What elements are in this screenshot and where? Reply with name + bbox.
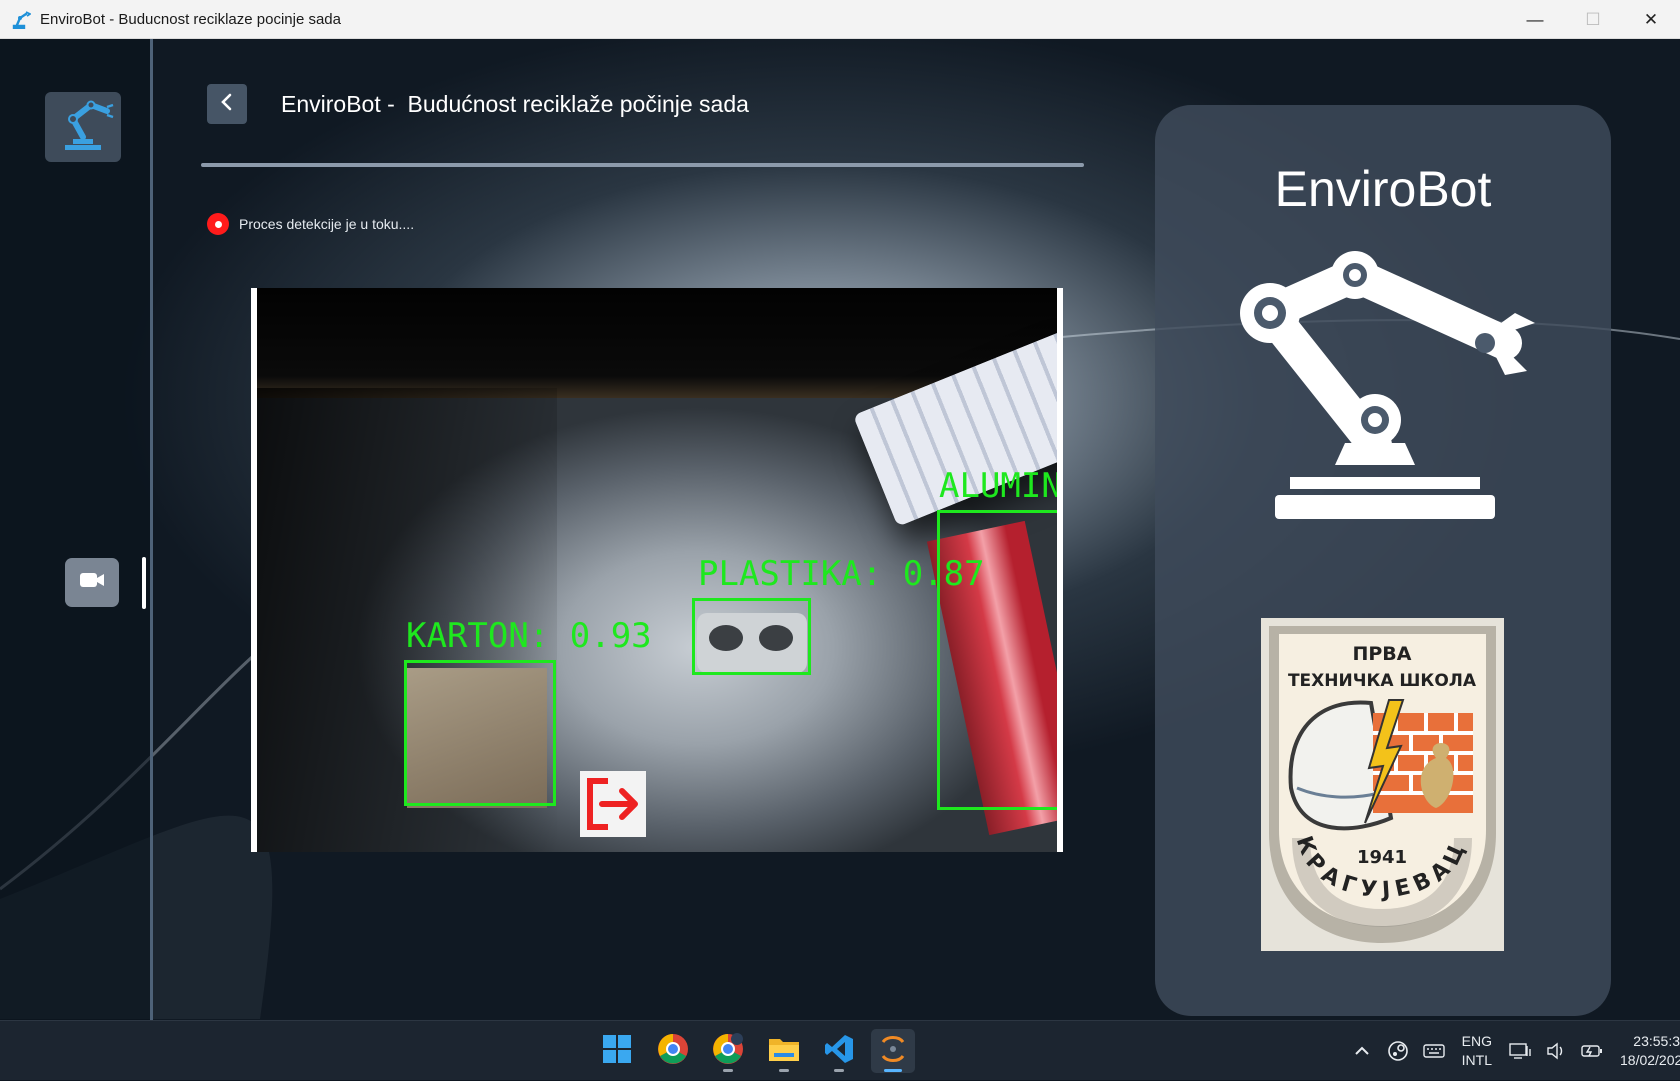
detection-label-aluminium: ALUMIN (939, 466, 1062, 506)
school-emblem: ПРВА ТЕХНИЧКА ШКОЛА 1941 КРАГУЈЕВАЦ (1261, 618, 1504, 951)
chrome-profile-icon (712, 1032, 744, 1070)
clock[interactable]: 23:55:3 18/02/202 (1620, 1032, 1680, 1070)
detection-box-karton (404, 660, 556, 806)
camera-feed: KARTON: 0.93 PLASTIKA: 0.87 ALUMIN (251, 288, 1063, 852)
detection-box-aluminium (937, 510, 1057, 810)
start-button[interactable] (595, 1029, 639, 1073)
recording-indicator-icon (207, 213, 229, 235)
close-button[interactable]: ✕ (1622, 0, 1680, 39)
camera-nav-button[interactable] (65, 558, 119, 607)
left-sidebar (0, 39, 153, 1020)
taskbar-chrome[interactable] (651, 1029, 695, 1073)
home-logo-button[interactable] (45, 92, 121, 162)
robot-arm-icon (1240, 251, 1535, 519)
header-divider (201, 163, 1084, 167)
detection-status: Proces detekcije je u toku.... (207, 213, 414, 235)
taskbar-file-explorer[interactable] (762, 1029, 806, 1073)
taskbar: ENG INTL 23:55:3 18/02/202 (0, 1020, 1680, 1080)
taskbar-chrome-profile[interactable] (706, 1029, 750, 1073)
language-code: ENG (1461, 1033, 1492, 1049)
detection-box-plastika (692, 598, 811, 675)
keyboard-layout: INTL (1461, 1052, 1492, 1068)
robot-arm-icon (51, 95, 115, 160)
chrome-icon (657, 1033, 689, 1070)
panel-title: EnviroBot (1274, 161, 1492, 217)
battery-icon[interactable] (1578, 1037, 1606, 1065)
taskbar-vscode[interactable] (817, 1029, 861, 1073)
chevron-left-icon (219, 93, 235, 116)
input-language[interactable]: ENG INTL (1462, 1032, 1492, 1070)
emblem-line1: ПРВА (1352, 643, 1411, 665)
window-title: EnviroBot - Buducnost reciklaze pocinje … (40, 10, 341, 28)
file-explorer-icon (768, 1035, 800, 1068)
vscode-icon (824, 1034, 854, 1069)
status-text: Proces detekcije je u toku.... (239, 216, 415, 232)
detection-label-karton: KARTON: 0.93 (406, 616, 652, 656)
exit-arrow-icon[interactable] (580, 771, 646, 837)
emblem-line2: ТЕХНИЧКА ШКОЛА (1288, 671, 1477, 691)
emblem-year: 1941 (1357, 847, 1407, 868)
clock-date: 18/02/202 (1620, 1052, 1680, 1068)
active-nav-indicator (142, 557, 146, 609)
network-icon[interactable] (1506, 1037, 1534, 1065)
robot-arm-icon (10, 8, 32, 30)
volume-icon[interactable] (1542, 1037, 1570, 1065)
back-button[interactable] (207, 84, 247, 124)
info-panel: EnviroBot ПРВА ТЕХНИЧКА ШКОЛА 1941 КРАГУ… (1155, 105, 1611, 1016)
minimize-button[interactable]: — (1506, 0, 1564, 39)
chevron-up-icon[interactable] (1348, 1037, 1376, 1065)
java-app-icon (879, 1034, 907, 1069)
running-indicator (723, 1069, 733, 1072)
running-indicator (779, 1069, 789, 1072)
maximize-button[interactable]: ☐ (1564, 0, 1622, 39)
taskbar-java-app[interactable] (871, 1029, 915, 1073)
video-camera-icon (78, 569, 106, 596)
steam-icon[interactable] (1384, 1037, 1412, 1065)
system-tray: ENG INTL 23:55:3 18/02/202 (1344, 1021, 1680, 1081)
app-window: EnviroBot - Budućnost reciklaže počinje … (0, 39, 1680, 1020)
page-title: EnviroBot - Budućnost reciklaže počinje … (281, 91, 749, 117)
windows-start-icon (602, 1034, 632, 1069)
running-indicator (834, 1069, 844, 1072)
running-indicator (884, 1069, 902, 1072)
keyboard-icon[interactable] (1420, 1037, 1448, 1065)
clock-time: 23:55:3 (1633, 1033, 1680, 1049)
window-titlebar[interactable]: EnviroBot - Buducnost reciklaze pocinje … (0, 0, 1680, 39)
